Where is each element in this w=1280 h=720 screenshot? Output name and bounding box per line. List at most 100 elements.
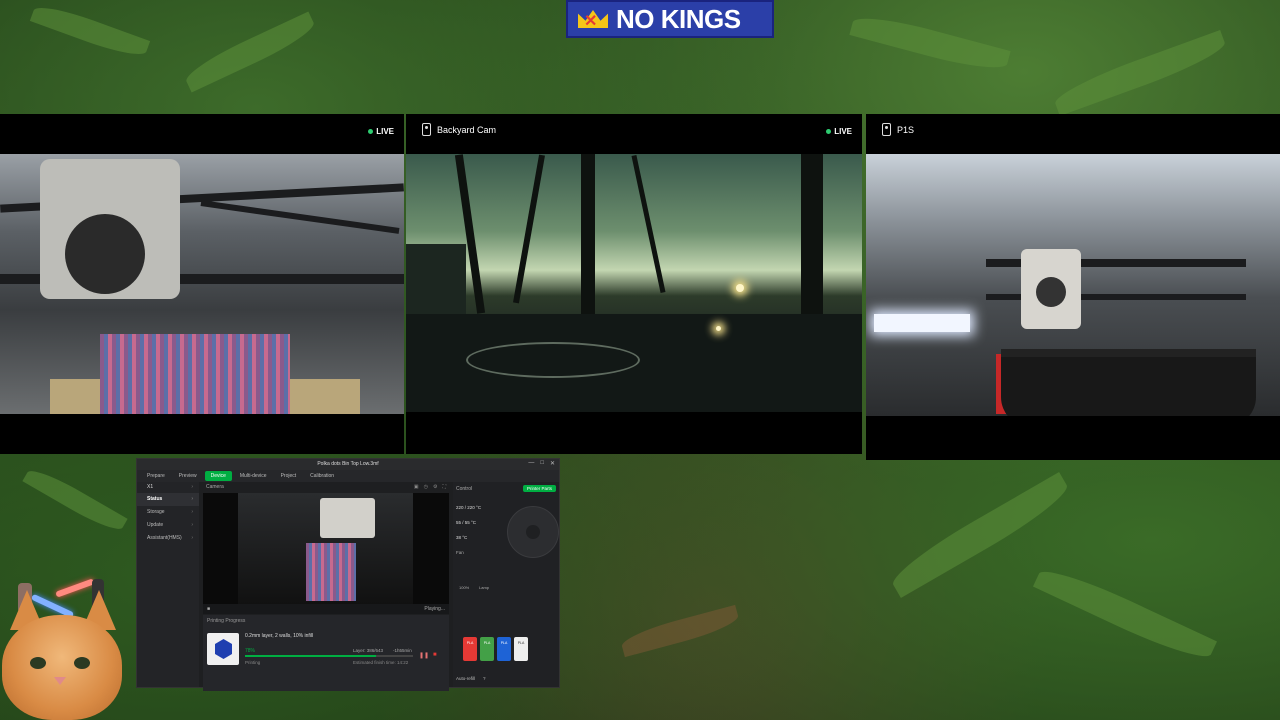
window-title: Polka dots Bin Top Low.3mf	[317, 461, 379, 467]
led-light-bar	[874, 314, 970, 332]
timelapse-icon[interactable]: ◷	[424, 484, 428, 490]
close-button[interactable]: ✕	[550, 460, 555, 467]
layer-info: 0.2mm layer, 2 walls, 10% infill	[245, 633, 314, 639]
cat-face	[2, 615, 122, 720]
leaf-decoration	[29, 0, 151, 62]
progress-bar	[245, 655, 413, 657]
camera-title-text: Backyard Cam	[437, 124, 497, 135]
layer-count: Layer: 386/643	[353, 648, 384, 653]
temperature-list: 220 / 220 °C 55 / 55 °C 38 °C Fan	[456, 500, 481, 560]
maximize-button[interactable]: □	[540, 460, 544, 467]
progress-percent: 78%	[245, 648, 256, 654]
p1s-camera-feed[interactable]	[866, 154, 1280, 416]
no-kings-banner: ✕ NO KINGS	[566, 0, 774, 38]
crown-icon: ✕	[574, 2, 614, 36]
ams-spools: PLA PLA PLA PLA	[463, 637, 528, 661]
printhead	[1021, 249, 1081, 329]
camera-panel-p1s: P1S	[866, 114, 1280, 460]
tab-project[interactable]: Project	[275, 471, 303, 481]
leaf-decoration	[1032, 561, 1218, 667]
camera-header: P1S	[866, 114, 1280, 154]
sidebar-item-storage[interactable]: Storage	[137, 506, 199, 519]
time-remaining: -1h55min	[393, 648, 412, 653]
stop-print-button[interactable]: ■	[433, 652, 437, 658]
sidebar-item-status[interactable]: Status	[137, 493, 199, 506]
fan-label: Fan	[456, 550, 464, 555]
playback-bar: ■ Playing...	[203, 604, 449, 614]
fan-speed[interactable]: 100%	[459, 585, 469, 590]
camera-panel-left: LIVE	[0, 114, 404, 454]
camera-header: Backyard Cam LIVE	[406, 114, 862, 154]
fire-pit-ring	[466, 342, 640, 378]
print-state: Printing	[245, 660, 261, 665]
chamber-temp[interactable]: 38 °C	[456, 530, 481, 545]
tab-prepare[interactable]: Prepare	[141, 471, 171, 481]
pause-button[interactable]: ❚❚	[419, 652, 429, 659]
printer-live-view[interactable]	[203, 493, 449, 604]
progress-title: Printing Progress	[207, 618, 246, 624]
leaf-decoration	[849, 9, 1011, 77]
live-label: LIVE	[834, 127, 852, 136]
model-thumbnail	[207, 633, 239, 665]
settings-icon[interactable]: ⚙	[433, 484, 437, 490]
leaf-decoration	[181, 11, 319, 93]
live-indicator: LIVE	[368, 127, 394, 136]
printer-selector[interactable]: X1	[137, 482, 199, 493]
help-icon[interactable]: ?	[483, 676, 486, 681]
leaf-decoration	[22, 463, 128, 537]
cat-overlay	[0, 575, 135, 720]
ams-slot-3[interactable]: PLA	[497, 637, 511, 661]
fullscreen-icon[interactable]: ⛶	[442, 484, 446, 490]
ams-slot-2[interactable]: PLA	[480, 637, 494, 661]
stop-icon[interactable]: ■	[207, 606, 210, 612]
lamp-toggle[interactable]: Lamp	[479, 585, 489, 590]
camera-header: LIVE	[0, 114, 404, 154]
printer-parts-button[interactable]: Printer Parts	[522, 485, 556, 492]
progress-bar-fill	[245, 655, 377, 657]
leaf-decoration	[1050, 30, 1230, 116]
ams-slot-1[interactable]: PLA	[463, 637, 477, 661]
control-panel: Control Printer Parts 220 / 220 °C 55 / …	[453, 482, 559, 687]
printer-camera-feed[interactable]	[0, 154, 404, 414]
live-dot-icon	[826, 129, 832, 134]
tab-preview[interactable]: Preview	[173, 471, 203, 481]
tab-device[interactable]: Device	[204, 471, 232, 481]
control-label: Control	[456, 486, 473, 492]
bambu-studio-window: Polka dots Bin Top Low.3mf — □ ✕ Prepare…	[136, 458, 560, 691]
print-object	[100, 334, 290, 414]
device-sidebar: X1 Status Storage Update Assistant(HMS)	[137, 482, 199, 687]
axis-control-dial[interactable]	[507, 506, 559, 558]
printhead	[40, 159, 180, 299]
yard-light	[736, 284, 744, 292]
tab-multi-device[interactable]: Multi-device	[234, 471, 273, 481]
live-label: LIVE	[376, 127, 394, 136]
nozzle-temp[interactable]: 220 / 220 °C	[456, 500, 481, 515]
banner-text: NO KINGS	[616, 3, 741, 34]
backyard-camera-feed[interactable]	[406, 154, 862, 412]
camera-icon	[882, 123, 891, 136]
camera-title: P1S	[882, 123, 914, 136]
camera-panel-backyard: Backyard Cam LIVE	[406, 114, 862, 454]
record-icon[interactable]: ▣	[414, 484, 419, 490]
ams-slot-4[interactable]: PLA	[514, 637, 528, 661]
title-bar: Polka dots Bin Top Low.3mf — □ ✕	[137, 459, 559, 470]
leaf-decoration	[619, 604, 741, 658]
main-tabs: Prepare Preview Device Multi-device Proj…	[137, 470, 559, 482]
live-dot-icon	[368, 129, 374, 134]
sidebar-item-assistant[interactable]: Assistant(HMS)	[137, 532, 199, 545]
tab-calibration[interactable]: Calibration	[304, 471, 340, 481]
camera-bar: Camera ▣ ◷ ⚙ ⛶	[203, 482, 449, 492]
camera-label: Camera	[206, 484, 224, 490]
bed-temp[interactable]: 55 / 55 °C	[456, 515, 481, 530]
sidebar-item-update[interactable]: Update	[137, 519, 199, 532]
yard-light	[716, 326, 721, 331]
finish-time: Estimated finish time: 14:22	[353, 660, 409, 665]
minimize-button[interactable]: —	[528, 460, 534, 467]
camera-title: Backyard Cam	[422, 123, 496, 136]
print-bucket	[1001, 349, 1256, 416]
camera-title-text: P1S	[897, 124, 915, 135]
playing-status: Playing...	[424, 606, 445, 612]
ams-footer: Auto-refill ?	[456, 676, 486, 681]
printing-progress-card: Printing Progress 0.2mm layer, 2 walls, …	[203, 615, 449, 691]
auto-refill-button[interactable]: Auto-refill	[456, 676, 475, 681]
